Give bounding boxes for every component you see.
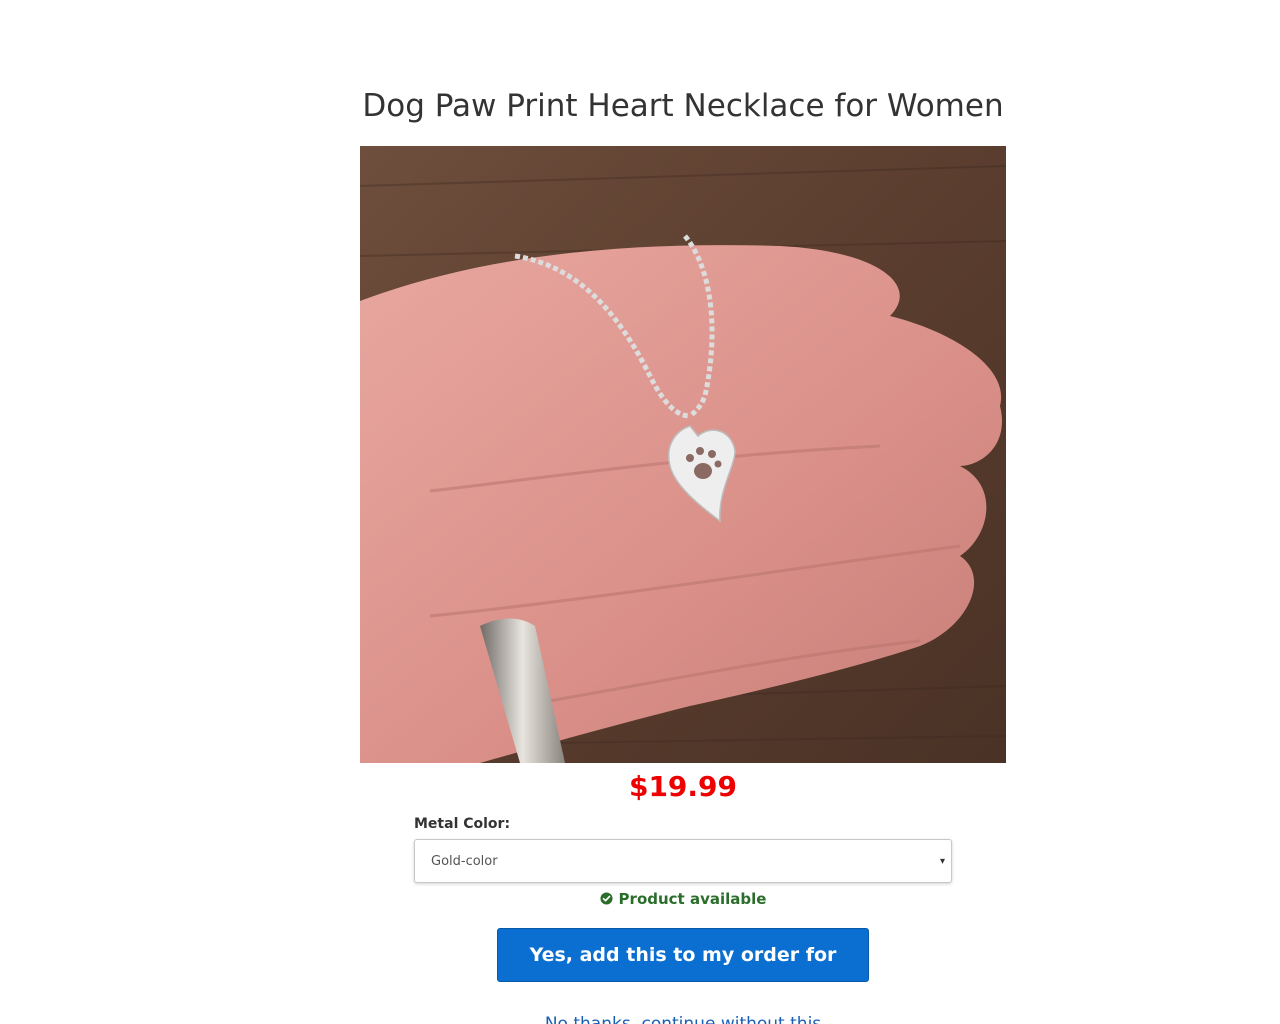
product-price: $19.99	[628, 770, 738, 803]
availability-text: Product available	[618, 890, 767, 908]
availability-status: Product available	[360, 889, 1006, 909]
dropdown-arrow-icon: ▾	[939, 856, 945, 867]
metal-color-label: Metal Color:	[414, 816, 511, 832]
product-image	[360, 146, 1006, 763]
add-to-order-button[interactable]: Yes, add this to my order for $19.99	[497, 928, 869, 1018]
upsell-page: Dog Paw Print Heart Necklace for Women $…	[0, 0, 1280, 1024]
check-circle-icon	[600, 892, 613, 905]
decline-offer-link[interactable]: No thanks, continue without this	[360, 1012, 1006, 1024]
product-title: Dog Paw Print Heart Necklace for Women	[362, 88, 1004, 124]
metal-color-selected-value: Gold-color	[431, 854, 498, 869]
metal-color-select[interactable]: Gold-color ▾	[414, 839, 952, 883]
